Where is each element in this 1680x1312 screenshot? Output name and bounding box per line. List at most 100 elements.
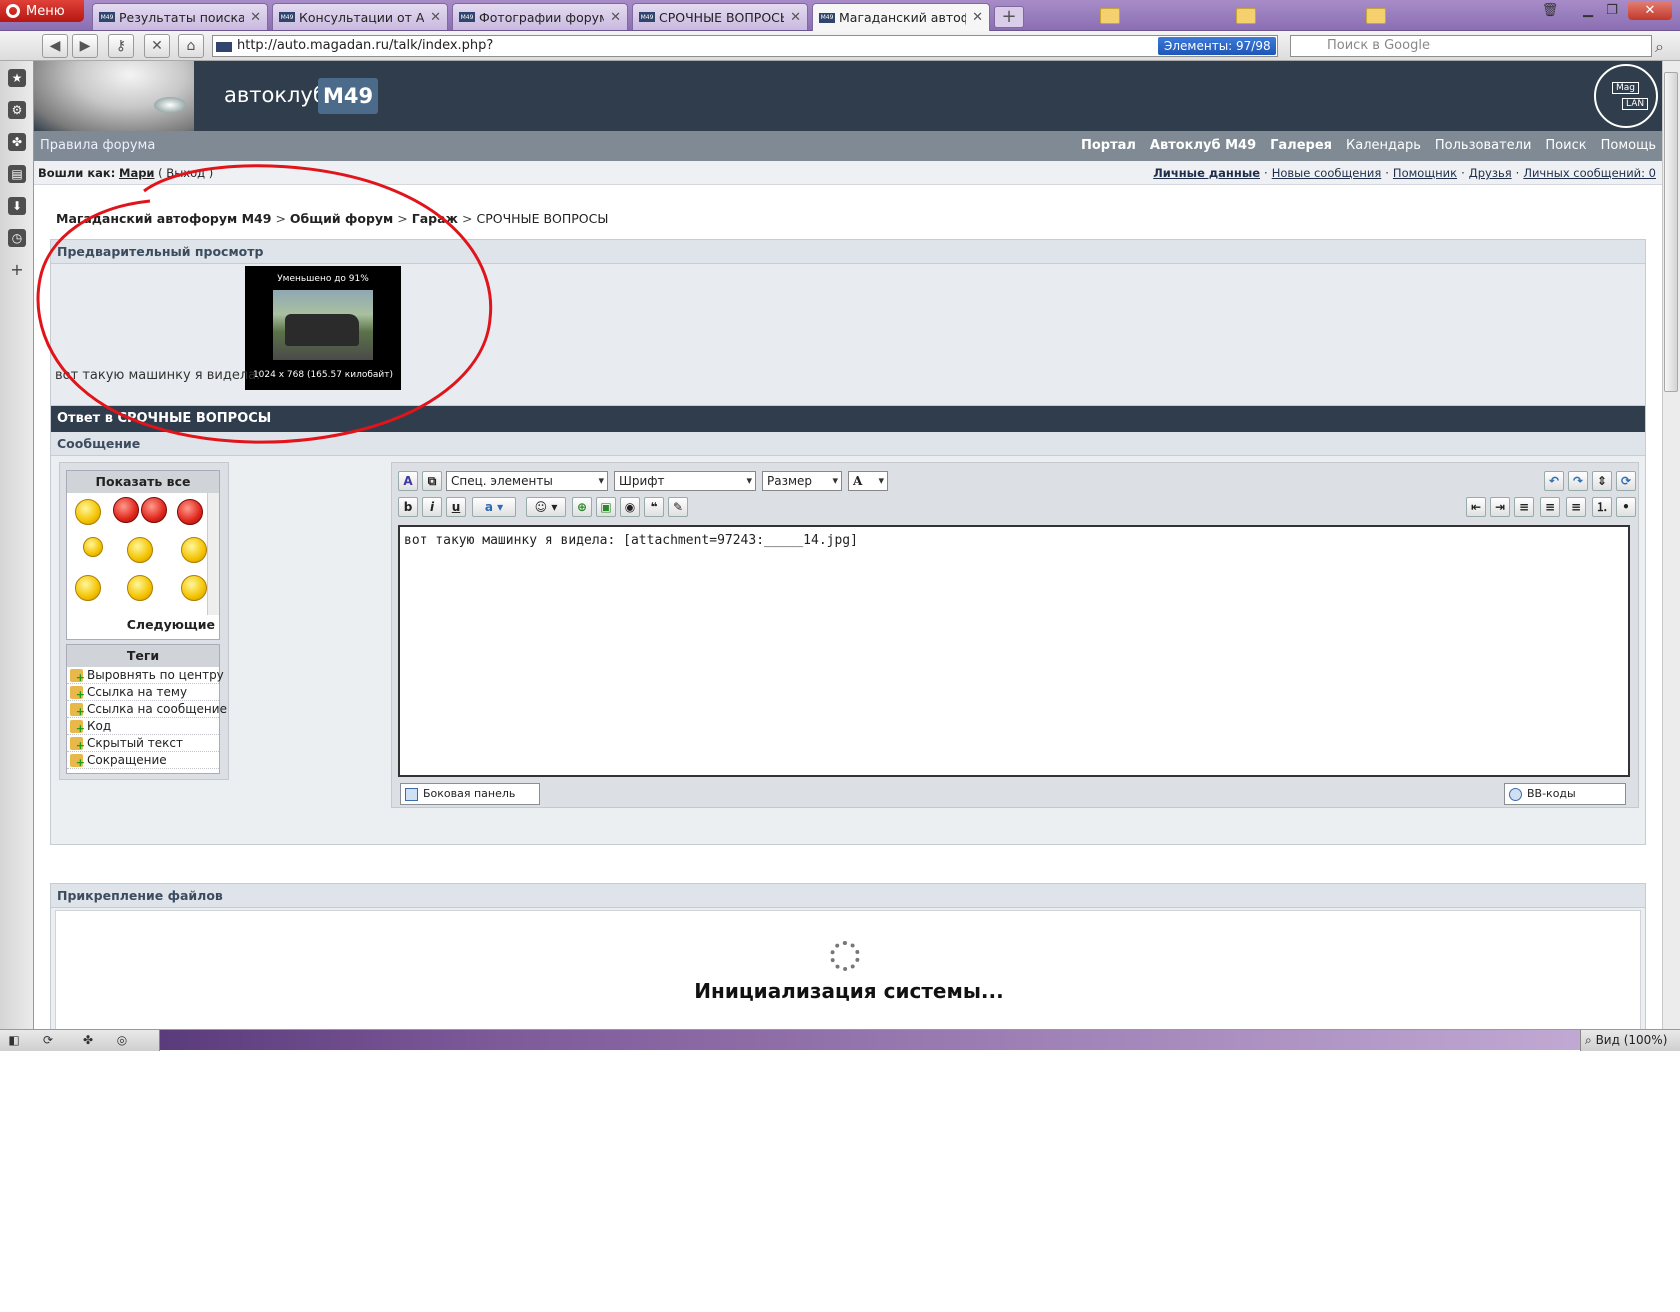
align-center-icon[interactable]: ≡ [1540, 497, 1560, 517]
unite-icon[interactable]: ✤ [80, 1032, 96, 1048]
assistant-link[interactable]: Помощник [1393, 166, 1457, 180]
tab-search-results[interactable]: M49 Результаты поиска ✕ [92, 3, 268, 30]
stop-button[interactable]: ✕ [144, 34, 170, 58]
search-input[interactable]: Поиск в Google [1290, 35, 1652, 57]
friends-link[interactable]: Друзья [1469, 166, 1512, 180]
tag-item[interactable]: Ссылка на тему [67, 684, 219, 703]
align-right-icon[interactable]: ≡ [1566, 497, 1586, 517]
emoticon-dropdown[interactable]: ☺ ▾ [526, 497, 566, 517]
nav-autoclub[interactable]: Автоклуб М49 [1150, 138, 1256, 153]
numbered-list-icon[interactable]: ⒈ [1592, 497, 1612, 517]
forward-button[interactable]: ▶ [72, 34, 98, 58]
nav-help[interactable]: Помощь [1601, 138, 1656, 153]
emoticon-icon[interactable] [75, 499, 101, 525]
maglan-logo[interactable]: Mag LAN [1594, 64, 1658, 128]
tag-item[interactable]: Сокращение [67, 752, 219, 771]
tab-urgent-questions[interactable]: M49 СРОЧНЫЕ ВОПРОСЫ ... ✕ [632, 3, 808, 30]
size-select[interactable]: Размер [762, 471, 842, 491]
widgets-icon[interactable]: ⚙ [8, 101, 26, 119]
home-button[interactable]: ⌂ [178, 34, 204, 58]
undo-icon[interactable]: ↶ [1544, 471, 1564, 491]
close-icon[interactable]: ✕ [250, 10, 261, 25]
back-button[interactable]: ◀ [42, 34, 68, 58]
opera-menu-button[interactable]: Меню [0, 0, 84, 22]
close-icon[interactable]: ✕ [610, 10, 621, 25]
next-emoticons-link[interactable]: Следующие [67, 617, 219, 632]
spoiler-icon[interactable]: ✎ [668, 497, 688, 517]
emoticon-icon[interactable] [181, 575, 207, 601]
profile-link[interactable]: Личные данные [1153, 166, 1260, 180]
font-style-dropdown[interactable]: a ▾ [472, 497, 516, 517]
indent-icon[interactable]: ⇥ [1490, 497, 1510, 517]
emoticon-icon[interactable] [141, 497, 167, 523]
tag-item[interactable]: Ссылка на сообщение [67, 701, 227, 720]
underline-button[interactable]: u [446, 497, 466, 517]
insert-media-icon[interactable]: ◉ [620, 497, 640, 517]
nav-users[interactable]: Пользователи [1435, 138, 1532, 153]
minimize-button[interactable]: ▁ [1576, 2, 1600, 20]
tab-magadan-forum[interactable]: M49 Магаданский автофо... ✕ [812, 3, 990, 31]
emoticon-icon[interactable] [177, 499, 203, 525]
add-panel-icon[interactable]: + [8, 261, 26, 279]
history-icon[interactable]: ◷ [8, 229, 26, 247]
show-all-emoticons[interactable]: Показать все [67, 471, 219, 493]
remove-format-icon[interactable]: A [398, 471, 418, 491]
emoticon-icon[interactable] [127, 575, 153, 601]
new-tab-button[interactable]: + [994, 6, 1024, 28]
unite-icon[interactable]: ✤ [8, 133, 26, 151]
outdent-icon[interactable]: ⇤ [1466, 497, 1486, 517]
folder-icon[interactable] [1366, 8, 1386, 24]
nav-gallery[interactable]: Галерея [1270, 138, 1332, 153]
brand-badge[interactable]: M49 [318, 78, 378, 114]
folder-icon[interactable] [1236, 8, 1256, 24]
emoticon-icon[interactable] [75, 575, 101, 601]
tab-photos[interactable]: M49 Фотографии форумч... ✕ [452, 3, 628, 30]
panel-toggle-icon[interactable]: ◧ [6, 1032, 22, 1048]
tag-item[interactable]: Выровнять по центру [67, 667, 224, 686]
resize-icon[interactable]: ⇕ [1592, 471, 1612, 491]
special-elements-select[interactable]: Спец. элементы [446, 471, 608, 491]
emoticon-icon[interactable] [113, 497, 139, 523]
bookmarks-icon[interactable]: ★ [8, 69, 26, 87]
bbcodes-button[interactable]: BB-коды [1504, 783, 1626, 805]
notes-icon[interactable]: ▤ [8, 165, 26, 183]
tag-item[interactable]: Скрытый текст [67, 735, 219, 754]
refresh-icon[interactable]: ⟳ [1616, 471, 1636, 491]
quote-icon[interactable]: ❝ [644, 497, 664, 517]
rules-link[interactable]: Правила форума [40, 138, 155, 153]
folder-icon[interactable] [1100, 8, 1120, 24]
insert-link-icon[interactable]: ⊕ [572, 497, 592, 517]
font-select[interactable]: Шрифт [614, 471, 756, 491]
emoticon-icon[interactable] [181, 537, 207, 563]
window-close-button[interactable]: ✕ [1628, 2, 1672, 20]
toggle-editor-icon[interactable]: ⧉ [422, 471, 442, 491]
restore-button[interactable]: ❐ [1600, 2, 1624, 20]
bold-button[interactable]: b [398, 497, 418, 517]
close-icon[interactable]: ✕ [790, 10, 801, 25]
tab-consultations[interactable]: M49 Консультации от Авто... ✕ [272, 3, 448, 30]
emoticons-scrollbar[interactable] [207, 493, 219, 615]
search-icon[interactable]: ⌕ [1655, 37, 1664, 57]
key-icon[interactable]: ⚷ [108, 34, 134, 58]
italic-button[interactable]: i [422, 497, 442, 517]
new-posts-link[interactable]: Новые сообщения [1272, 166, 1382, 180]
redo-icon[interactable]: ↷ [1568, 471, 1588, 491]
emoticon-icon[interactable] [127, 537, 153, 563]
elements-counter-badge[interactable]: Элементы: 97/98 [1158, 37, 1276, 55]
insert-image-icon[interactable]: ▣ [596, 497, 616, 517]
tag-item[interactable]: Код [67, 718, 219, 737]
side-panel-button[interactable]: Боковая панель [400, 783, 540, 805]
downloads-icon[interactable]: ⬇ [8, 197, 26, 215]
messages-link[interactable]: Личных сообщений: 0 [1523, 166, 1656, 180]
nav-calendar[interactable]: Календарь [1346, 138, 1421, 153]
close-icon[interactable]: ✕ [430, 10, 441, 25]
close-icon[interactable]: ✕ [972, 10, 983, 25]
nav-portal[interactable]: Портал [1081, 138, 1136, 153]
message-textarea[interactable]: вот такую машинку я видела: [attachment=… [398, 525, 1630, 777]
zoom-control[interactable]: ⌕ Вид (100%) [1580, 1030, 1680, 1051]
nav-search[interactable]: Поиск [1545, 138, 1586, 153]
url-input[interactable]: http://auto.magadan.ru/talk/index.php? [212, 35, 1278, 57]
sync-icon[interactable]: ⟳ [40, 1032, 56, 1048]
align-left-icon[interactable]: ≡ [1514, 497, 1534, 517]
bullet-list-icon[interactable]: • [1616, 497, 1636, 517]
